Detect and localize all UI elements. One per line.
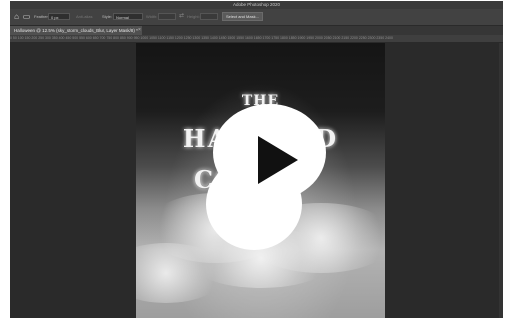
document-tab[interactable]: Halloween @ 12.5% (sky_storm_clouds_Blur… xyxy=(10,26,142,35)
feather-input[interactable]: 0 px xyxy=(48,13,70,20)
height-label: Height: xyxy=(187,14,200,19)
width-label: Width: xyxy=(146,14,158,19)
window-title: Adobe Photoshop 2020 xyxy=(10,1,503,9)
marquee-tool-icon[interactable]: ▭ xyxy=(22,12,31,21)
horizontal-ruler: 0 50 100 150 200 250 300 350 400 450 500… xyxy=(10,35,503,43)
options-bar: ⌂ ▭ Feather: 0 px Anti-alias Style: Norm… xyxy=(10,9,503,26)
antialias-checkbox[interactable]: Anti-alias xyxy=(76,13,92,21)
swap-icon[interactable]: ⇄ xyxy=(177,12,186,21)
play-icon[interactable] xyxy=(254,134,300,186)
width-input[interactable] xyxy=(158,13,176,20)
style-select[interactable]: Normal xyxy=(113,13,143,20)
style-label: Style: xyxy=(102,14,113,19)
height-input[interactable] xyxy=(200,13,218,20)
select-and-mask-button[interactable]: Select and Mask... xyxy=(222,12,263,21)
document-tab-bar: Halloween @ 12.5% (sky_storm_clouds_Blur… xyxy=(10,26,503,35)
home-icon[interactable]: ⌂ xyxy=(12,12,21,21)
video-play-overlay[interactable] xyxy=(206,104,326,250)
vertical-scrollbar[interactable] xyxy=(499,43,503,318)
feather-label: Feather: xyxy=(34,14,49,19)
document-tab-label: Halloween @ 12.5% (sky_storm_clouds_Blur… xyxy=(14,28,138,33)
close-icon[interactable]: × xyxy=(138,26,141,35)
